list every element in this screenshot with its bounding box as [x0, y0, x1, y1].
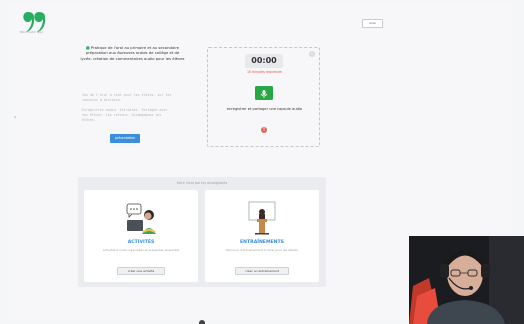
panel-title: Faire l'oral par les enseignants [176, 181, 228, 185]
presentation-button[interactable]: présentation [110, 134, 140, 143]
trainings-desc: Parcours d'entraînement à l'oral pour le… [226, 248, 298, 252]
recording-limit: 10 minutes maximum [246, 70, 283, 74]
microphone-icon: ■ [85, 45, 90, 50]
trainings-illustration [248, 201, 276, 235]
create-activity-button[interactable]: créer une activité [117, 267, 165, 275]
scroll-indicator: › [14, 114, 17, 121]
record-description: enregistrer et partager une capsule audi… [226, 107, 303, 111]
recording-timer: 00:00 [245, 54, 283, 68]
activities-card: ACTIVITÉS Activités d'orals organisées e… [84, 190, 198, 282]
activities-desc: Activités d'orals organisées et préparée… [102, 248, 180, 252]
intro-text-block: ■ Pratique de l'oral au primaire et au s… [80, 45, 185, 61]
microphone-icon [260, 90, 268, 98]
record-button[interactable] [255, 86, 273, 100]
warning-icon: ! [261, 127, 267, 133]
app-frame: Mon outil Ipsi Aide › ■ Pratique de l'or… [0, 0, 524, 324]
activities-title: ACTIVITÉS [127, 240, 155, 245]
activities-panel: Faire l'oral par les enseignants ACTIVIT… [78, 177, 326, 287]
logo-text: Mon outil Ipsi [20, 30, 43, 34]
help-button[interactable]: Aide [362, 19, 383, 28]
intro-muted-1: Vos de l'oral à tout pour les élèves, su… [82, 93, 172, 102]
close-icon[interactable]: × [309, 51, 315, 57]
trainings-title: ENTRAÎNEMENTS [240, 240, 284, 245]
scroll-handle[interactable] [199, 320, 205, 324]
intro-muted-2: Enregistrez audio. Entraînez. Partagez a… [82, 108, 168, 122]
intro-text: Pratique de l'oral au primaire et au sec… [80, 45, 185, 61]
trainings-card: ENTRAÎNEMENTS Parcours d'entraînement à … [205, 190, 319, 282]
presenter-video [409, 236, 524, 324]
audio-recorder: × 00:00 10 minutes maximum enregistrer e… [207, 47, 320, 147]
webcam-overlay [409, 236, 524, 324]
create-training-button[interactable]: créer un entraînement [235, 267, 289, 275]
activities-illustration [126, 203, 156, 234]
